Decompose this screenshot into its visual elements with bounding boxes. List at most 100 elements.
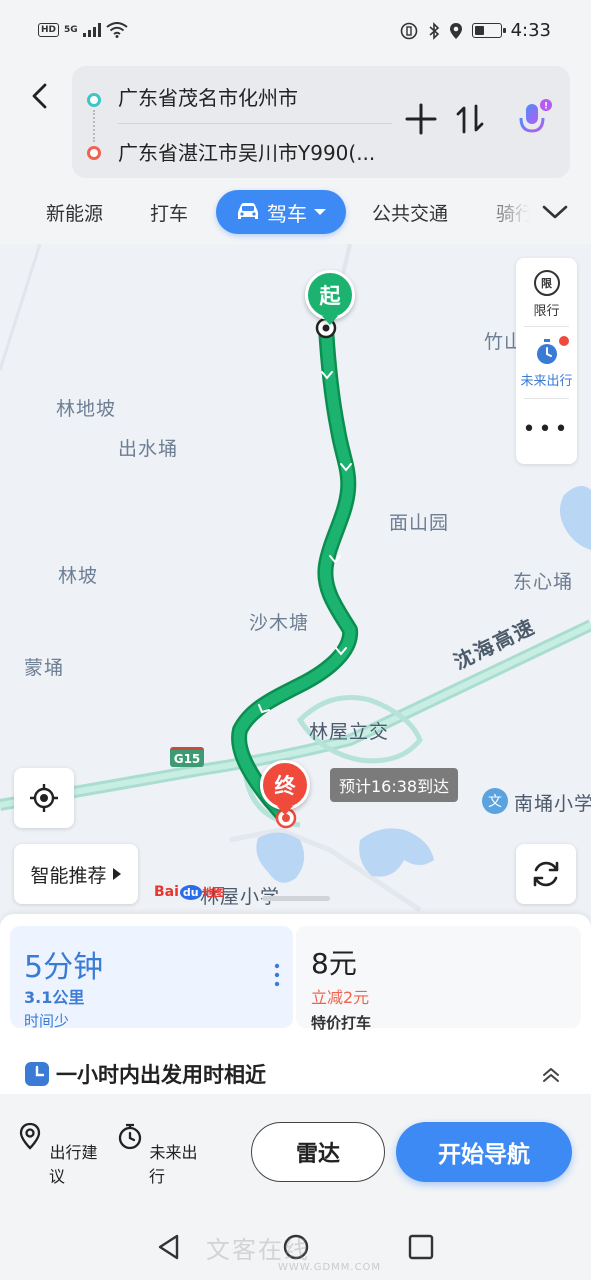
more-options-icon[interactable]: •••: [516, 419, 577, 441]
refresh-route-button[interactable]: [516, 844, 576, 904]
route-connector: [93, 110, 95, 142]
side-divider: [524, 398, 569, 399]
nav-back-icon[interactable]: [154, 1232, 184, 1262]
system-navigation-bar: 文客在线 WWW.GDMM.COM: [0, 1212, 591, 1280]
plus-icon[interactable]: [404, 102, 438, 136]
tab-new-energy[interactable]: 新能源: [46, 199, 103, 226]
place-label: 林坡: [58, 565, 99, 587]
place-label: 沙木塘: [249, 612, 310, 634]
status-bar: HD 5G 4:33: [0, 0, 591, 62]
end-marker-pin: [277, 806, 293, 815]
place-label: 面山园: [389, 512, 450, 534]
watermark: 文客在线: [206, 1236, 310, 1264]
route-tag: 时间少: [24, 1012, 70, 1030]
start-navigation-button[interactable]: 开始导航: [396, 1122, 572, 1182]
locate-button[interactable]: [14, 768, 74, 828]
limit-icon: 限: [533, 270, 560, 296]
swap-icon[interactable]: [454, 102, 486, 136]
chevron-down-icon[interactable]: [540, 200, 570, 224]
taxi-tag: 特价打车: [311, 1014, 372, 1032]
departure-tip[interactable]: 一小时内出发用时相近: [24, 1060, 266, 1088]
place-label: 蒙埇: [24, 657, 65, 679]
logo-map: 地图: [202, 886, 225, 899]
map-side-panel: 限 限行 未来出行 •••: [516, 258, 577, 464]
traffic-limit-button[interactable]: 限 限行: [516, 270, 577, 319]
route-header: 广东省茂名市化州市 广东省湛江市吴川市Y990(... ! 新能源 打车 驾车 …: [0, 62, 591, 244]
location-status-icon: [449, 22, 462, 39]
traffic-limit-label: 限行: [533, 304, 560, 319]
future-travel-action-label: 未来出行: [148, 1143, 198, 1186]
origin-dot: [87, 93, 101, 107]
school-icon[interactable]: 文: [482, 788, 508, 814]
radar-button[interactable]: 雷达: [251, 1122, 385, 1182]
destination-field[interactable]: 广东省湛江市吴川市Y990(...: [118, 137, 375, 166]
place-label: 东心埇: [513, 571, 574, 593]
destination-dot: [87, 146, 101, 160]
vertical-more-icon[interactable]: [272, 962, 282, 988]
route-option-card[interactable]: 5分钟 3.1公里 时间少: [10, 926, 293, 1030]
route-summary-sheet: 5分钟 3.1公里 时间少 8元 立减2元 特价打车 一小时内出发用时相近: [0, 914, 591, 1094]
clock: 4:33: [510, 20, 551, 41]
nav-recents-icon[interactable]: [406, 1232, 436, 1262]
tab-public-transit[interactable]: 公共交通: [372, 199, 448, 226]
route-divider: [118, 123, 392, 124]
smart-recommend-button[interactable]: 智能推荐: [14, 844, 138, 904]
signal-icon: [82, 23, 101, 37]
wifi-icon: [106, 22, 128, 38]
route-duration: 5分钟: [24, 950, 104, 985]
start-marker-pin: [322, 316, 338, 325]
tab-taxi[interactable]: 打车: [150, 199, 188, 226]
baidu-map-logo: Bai du 地图: [154, 884, 225, 900]
tab-drive[interactable]: 驾车: [216, 190, 346, 234]
future-travel-action[interactable]: 未来出行: [112, 1122, 202, 1187]
place-label: 林屋立交: [309, 721, 390, 743]
transport-mode-tabs: 新能源 打车 驾车 公共交通 骑行: [0, 190, 591, 236]
start-marker[interactable]: 起: [305, 270, 355, 320]
play-arrow-icon: [112, 868, 121, 880]
clock-icon: [25, 1062, 49, 1086]
back-arrow-icon: [32, 83, 47, 109]
highway-code-badge: G15: [170, 747, 204, 767]
caret-down-icon: [314, 209, 326, 215]
back-button[interactable]: [22, 78, 58, 114]
eta-label: 预计16:38到达: [330, 768, 459, 802]
place-label: 出水埇: [118, 438, 179, 460]
taxi-price: 8元: [311, 947, 357, 980]
future-travel-label: 未来出行: [520, 374, 573, 389]
bluetooth-icon: [429, 21, 439, 40]
status-left: HD 5G: [38, 22, 128, 38]
battery-icon: [471, 23, 506, 38]
hd-badge: HD: [38, 23, 60, 37]
sheet-grab-handle[interactable]: [262, 896, 330, 901]
route-input-box: 广东省茂名市化州市 广东省湛江市吴川市Y990(... !: [72, 66, 570, 178]
map-view[interactable]: 竹山 林地坡 出水埇 面山园 林坡 东心埇 沙木塘 蒙埇 林屋立交 南埇小学 林…: [0, 244, 591, 924]
travel-advice-button[interactable]: 出行建议: [12, 1122, 102, 1187]
microphone-icon[interactable]: !: [512, 98, 556, 142]
departure-tip-text: 一小时内出发用时相近: [56, 1063, 266, 1087]
place-label: 林地坡: [56, 398, 117, 420]
refresh-icon: [533, 861, 559, 887]
car-icon: [238, 203, 258, 219]
route-distance: 3.1公里: [24, 988, 85, 1007]
stopwatch-icon: [536, 339, 557, 364]
taxi-discount: 立减2元: [311, 988, 370, 1007]
vibrate-icon: [400, 22, 417, 39]
travel-advice-label: 出行建议: [48, 1143, 98, 1186]
action-bar: 出行建议 未来出行 雷达 开始导航: [0, 1094, 591, 1212]
status-right: 4:33: [399, 20, 551, 41]
taxi-option-card[interactable]: 8元 立减2元 特价打车: [296, 926, 581, 1032]
locate-icon: [30, 784, 58, 812]
logo-bai: Bai: [154, 884, 179, 900]
svg-text:!: !: [544, 102, 548, 112]
future-travel-button[interactable]: 未来出行: [516, 338, 577, 389]
logo-du: du: [179, 884, 202, 900]
place-label: 南埇小学: [514, 793, 591, 815]
origin-field[interactable]: 广东省茂名市化州市: [118, 82, 298, 111]
side-divider: [524, 326, 569, 327]
notification-dot: [559, 336, 569, 346]
location-pin-icon: [20, 1122, 41, 1150]
end-marker[interactable]: 终: [260, 760, 310, 810]
smart-recommend-label: 智能推荐: [30, 864, 107, 887]
double-chevron-up-icon[interactable]: [538, 1064, 564, 1086]
battery-fill: [474, 26, 485, 35]
